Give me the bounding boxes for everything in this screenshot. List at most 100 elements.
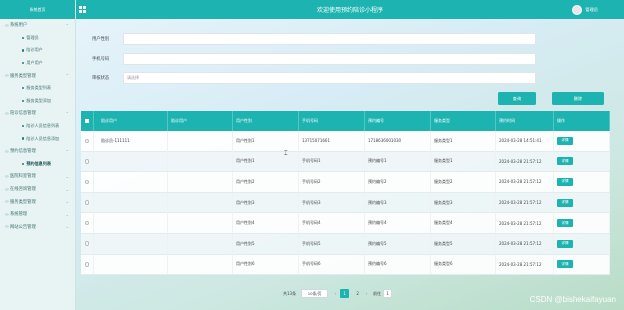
table-body: 陪诊员-111111 用户性别1 13715071661 1718636001030 服… [81, 130, 610, 276]
chevron-icon: ⌄ [65, 211, 69, 217]
bullet-icon [22, 99, 25, 103]
action-cell: 详情 [554, 213, 610, 234]
bullet-icon [22, 49, 25, 52]
table-cell [94, 151, 168, 172]
select-all-checkbox[interactable] [81, 111, 94, 131]
chevron-icon: ⌃ [65, 22, 69, 28]
sidebar-item[interactable]: 预约信息列表 [0, 158, 75, 171]
table-cell [168, 151, 233, 172]
table-row: 陪诊员-111111 用户性别1 13715071661 1718636001030 服… [81, 130, 610, 152]
table-cell: 2024-03-28 14:51:41 [496, 130, 554, 151]
status-select[interactable]: 请选择 [123, 72, 536, 84]
filter-gender-label: 用户性别 [92, 37, 110, 42]
chevron-icon: ⌄ [65, 186, 69, 192]
sidebar-item-label: 服务类型添加 [26, 97, 51, 103]
sidebar-group[interactable]: ⚇ 服务类型管理 ⌃ [0, 69, 75, 82]
filter-gender: 用户性别 [92, 33, 536, 45]
sidebar-group-label: 陪诊信息管理 [10, 111, 36, 117]
table-cell: 用户性别1 [233, 151, 299, 172]
action-cell: 详情 [554, 130, 610, 151]
table-cell: 手机号码4 [299, 213, 365, 234]
table-cell: 服务类型4 [431, 213, 496, 234]
sidebar-group[interactable]: ⚇ 陪诊信息管理 ⌃ [0, 107, 75, 120]
sidebar-group[interactable]: ⚇ 服务类型管理 ⌄ [0, 195, 75, 208]
table-cell: 服务类型1 [431, 151, 496, 172]
sidebar-item[interactable]: 服务类型添加 [0, 95, 75, 108]
sidebar-group[interactable]: ⚇ 在线咨询管理 ⌄ [0, 183, 75, 196]
table-cell: 手机号码6 [299, 254, 365, 275]
table-cell [168, 130, 233, 151]
table-cell: 预约编号3 [365, 192, 431, 213]
sidebar-group[interactable]: ⚇ 医院科室管理 ⌄ [0, 170, 75, 183]
table-cell: 陪诊员-111111 [94, 130, 168, 151]
prev-page-icon[interactable]: ‹ [333, 291, 338, 296]
sidebar-item[interactable]: 服务类型列表 [0, 82, 75, 95]
row-checkbox[interactable] [81, 233, 94, 254]
avatar [572, 4, 583, 15]
page-size-select[interactable]: 10条/页 [301, 289, 329, 298]
table-cell [94, 171, 168, 192]
table-cell [94, 213, 168, 234]
table-cell [94, 233, 168, 254]
sidebar-home[interactable]: 系统首页 [0, 0, 75, 19]
table-row: 用户性别4 手机号码4 预约编号4 服务类型4 2024-03-28 21:57:12 详… [81, 213, 610, 234]
detail-button[interactable]: 详情 [557, 198, 573, 207]
table-cell: 服务类型2 [431, 171, 496, 192]
goto-page-input[interactable]: 1 [383, 289, 393, 298]
next-page-icon[interactable]: › [364, 291, 369, 296]
table-cell: 用户性别1 [233, 130, 299, 151]
row-checkbox[interactable] [81, 254, 94, 275]
phone-input[interactable] [123, 53, 536, 65]
row-checkbox[interactable] [81, 151, 94, 172]
sidebar-item[interactable]: 陪诊人员信息添加 [0, 132, 75, 145]
row-checkbox[interactable] [81, 192, 94, 213]
detail-button[interactable]: 详情 [557, 239, 573, 248]
sidebar-item[interactable]: 管理员 [0, 32, 75, 45]
sidebar-item-label: 预约信息列表 [26, 160, 51, 166]
table-cell [94, 192, 168, 213]
action-cell: 详情 [554, 151, 610, 172]
top-header: 欢迎使用预约陪诊小程序 管理员 [76, 0, 624, 19]
row-checkbox[interactable] [81, 130, 94, 151]
table-cell: 用户性别6 [233, 254, 299, 275]
filter-status-label: 审核状态 [92, 76, 110, 81]
sidebar-group[interactable]: ⚇ 系统用户 ⌃ [0, 19, 75, 32]
goto-label: 前往 [373, 290, 382, 296]
sidebar-group[interactable]: ⚇ 系统管理 ⌄ [0, 208, 75, 221]
chevron-icon: ⌄ [65, 173, 69, 179]
row-checkbox[interactable] [81, 213, 94, 234]
total-count: 共13条 [283, 290, 297, 296]
table-row: 用户性别6 手机号码6 预约编号6 服务类型6 2024-03-28 21:57:12 详… [81, 254, 610, 276]
sidebar-item[interactable]: 陪诊用户 [0, 44, 75, 57]
sidebar-item-label: 陪诊用户 [26, 47, 43, 53]
action-cell: 详情 [554, 254, 610, 275]
sidebar-item-label: 服务类型列表 [26, 85, 51, 91]
page-2[interactable]: 2 [353, 289, 362, 298]
sidebar-item[interactable]: 用户用户 [0, 57, 75, 70]
table-cell: 2024-03-28 21:57:12 [496, 192, 554, 213]
detail-button[interactable]: 详情 [557, 157, 573, 166]
action-cell: 详情 [554, 233, 610, 254]
sidebar-group[interactable]: ⚇ 预约信息管理 ⌃ [0, 145, 75, 158]
user-menu[interactable]: 管理员 [572, 4, 598, 15]
detail-button[interactable]: 详情 [557, 219, 573, 228]
detail-button[interactable]: 详情 [557, 177, 573, 186]
sidebar-group-label: 服务类型管理 [10, 73, 36, 79]
sidebar: 系统首页 ⚇ 系统用户 ⌃ 管理员 陪诊用户 用户用户 ⚇ 服务类型管理 ⌃ 服务类型列表 服务类型… [0, 0, 76, 310]
query-button[interactable]: 查询 [498, 92, 536, 105]
page-1[interactable]: 1 [340, 289, 350, 298]
delete-button[interactable]: 删除 [552, 92, 604, 105]
table-cell: 手机号码5 [299, 233, 365, 254]
row-checkbox[interactable] [81, 171, 94, 192]
table-cell: 预约编号1 [365, 151, 431, 172]
sidebar-group[interactable]: ⚇ 网站公告管理 ⌄ [0, 221, 75, 234]
header-cell: 操作 [554, 111, 610, 131]
gender-input[interactable] [123, 33, 536, 45]
sidebar-item[interactable]: 陪诊人员信息列表 [0, 120, 75, 133]
table-cell: 服务类型6 [431, 254, 496, 275]
table-row: 用户性别1 手机号码1 预约编号1 服务类型1 2024-03-28 21:57:12 详… [81, 151, 610, 173]
detail-button[interactable]: 详情 [557, 136, 573, 145]
sidebar-group-label: 系统管理 [10, 212, 28, 218]
detail-button[interactable]: 详情 [557, 260, 573, 269]
chevron-icon: ⌃ [65, 73, 69, 79]
